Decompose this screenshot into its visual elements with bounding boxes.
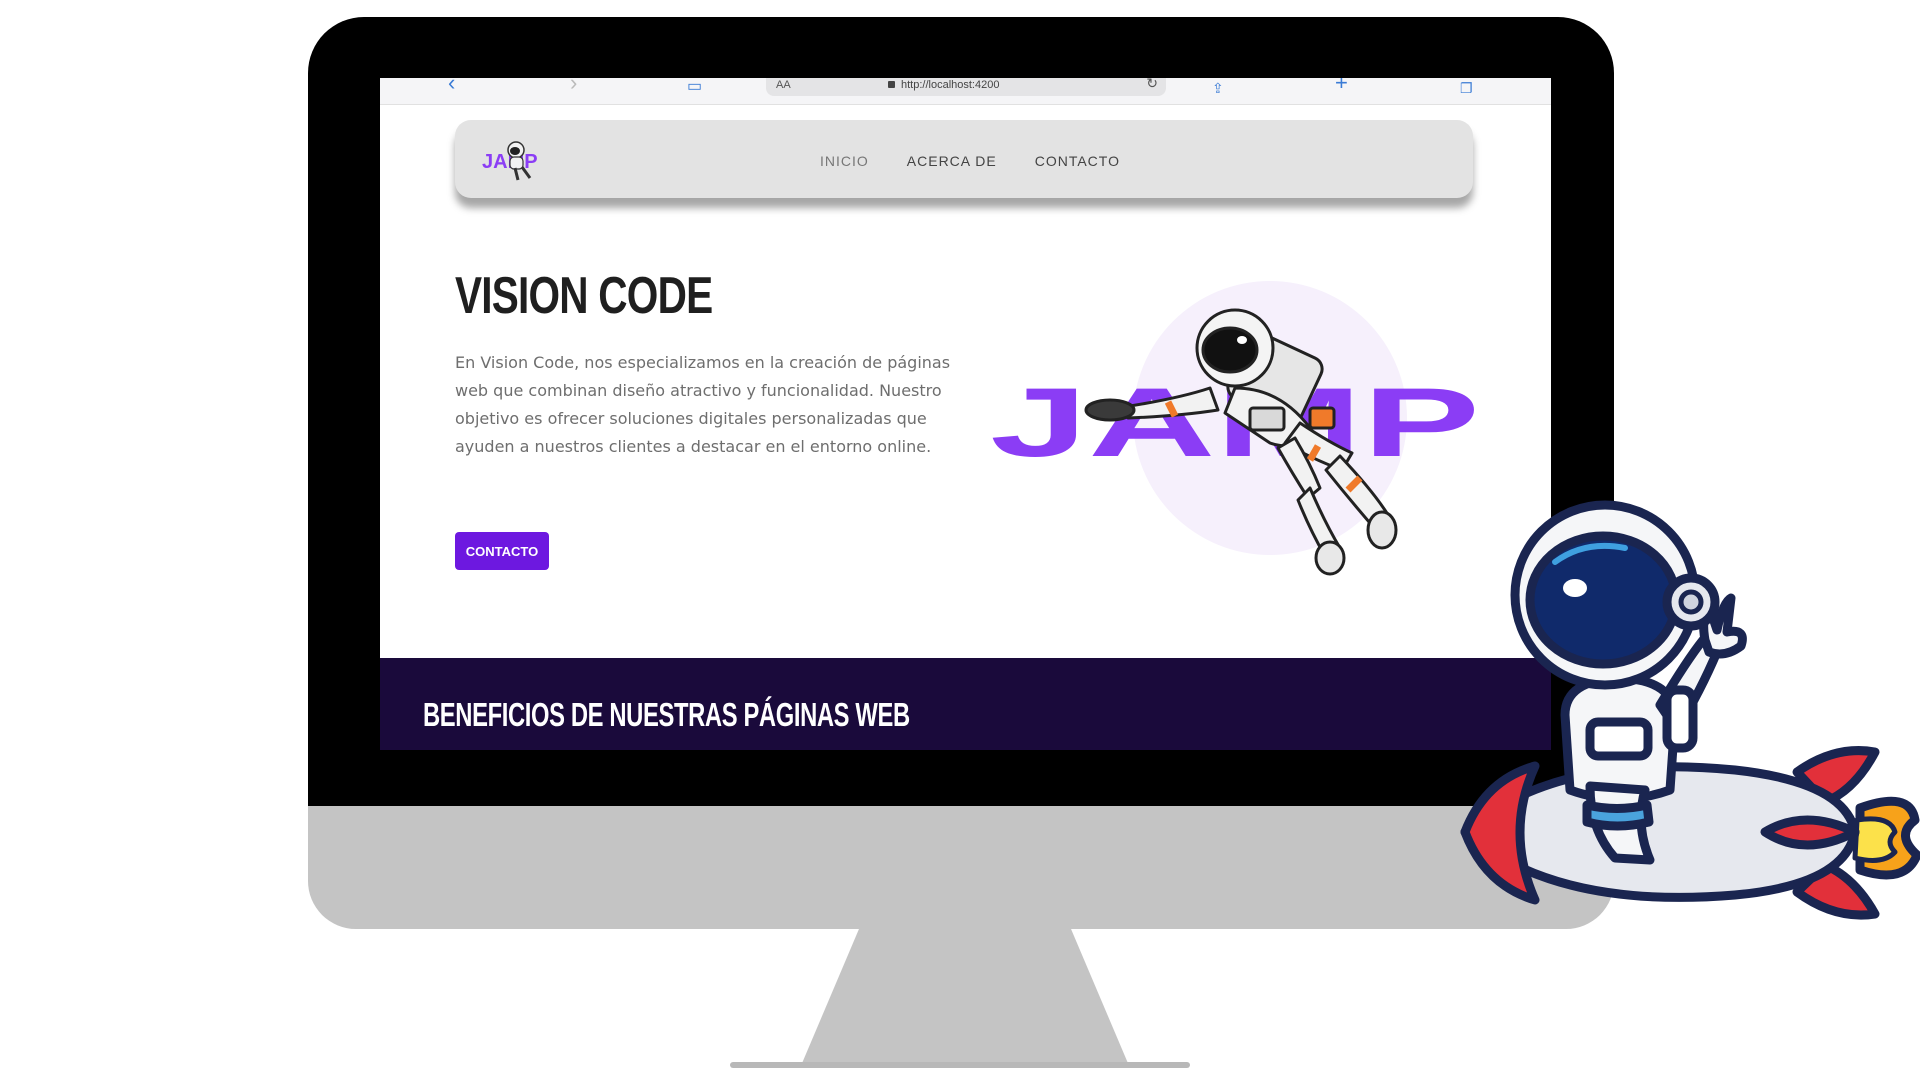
benefits-title: BENEFICIOS DE NUESTRAS PÁGINAS WEB: [423, 696, 910, 733]
site-navbar: JAMP INICIO ACERCA DE CONTACTO: [455, 120, 1473, 198]
lock-icon: [888, 81, 895, 88]
nav-link-inicio[interactable]: INICIO: [820, 153, 869, 169]
nav-menu: INICIO ACERCA DE CONTACTO: [820, 153, 1120, 169]
monitor-base: [730, 1062, 1190, 1068]
brand-logo[interactable]: JAMP: [480, 132, 548, 184]
monitor-screen: ‹ › ▭ AA http://localhost:4200 ↻ ⇪ + ❐ J…: [380, 78, 1551, 750]
reload-icon[interactable]: ↻: [1146, 78, 1158, 92]
hero-description: En Vision Code, nos especializamos en la…: [455, 353, 951, 456]
reader-button[interactable]: AA: [776, 78, 791, 92]
share-icon[interactable]: ⇪: [1212, 78, 1224, 99]
nav-link-contacto[interactable]: CONTACTO: [1035, 153, 1120, 169]
astronaut-rocket-sticker: [1460, 500, 1920, 920]
tabs-icon[interactable]: ❐: [1460, 78, 1473, 99]
url-text[interactable]: http://localhost:4200: [901, 78, 999, 92]
back-icon[interactable]: ‹: [448, 78, 455, 94]
benefits-section: BENEFICIOS DE NUESTRAS PÁGINAS WEB: [380, 658, 1551, 750]
hero-title: VISION CODE: [455, 267, 713, 325]
contact-button[interactable]: CONTACTO: [455, 532, 549, 570]
nav-link-acerca-de[interactable]: ACERCA DE: [907, 153, 997, 169]
forward-icon[interactable]: ›: [570, 78, 577, 94]
monitor-stand: [800, 928, 1130, 1068]
bookmarks-icon[interactable]: ▭: [687, 78, 702, 98]
address-bar[interactable]: AA http://localhost:4200 ↻: [766, 78, 1166, 96]
new-tab-icon[interactable]: +: [1335, 78, 1348, 94]
browser-toolbar: ‹ › ▭ AA http://localhost:4200 ↻ ⇪ + ❐: [380, 78, 1551, 105]
